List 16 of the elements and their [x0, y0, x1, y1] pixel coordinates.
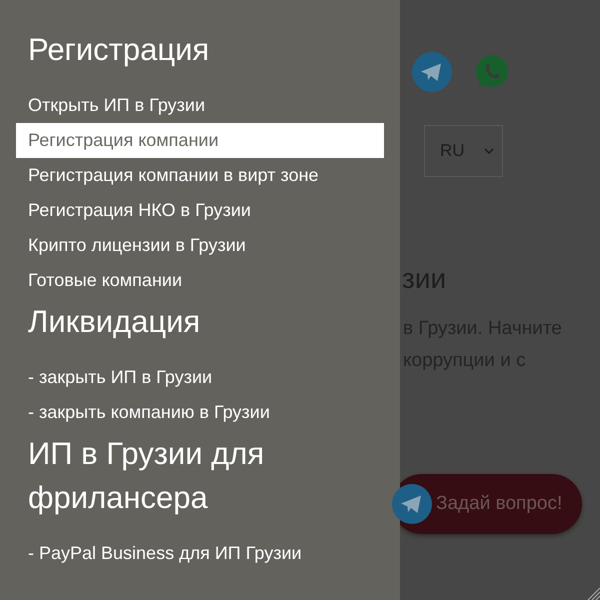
menu-link[interactable]: - закрыть ИП в Грузии	[16, 360, 384, 395]
menu-link[interactable]: - PayPal Business для ИП Грузии	[16, 536, 384, 571]
menu-link[interactable]: - закрыть компанию в Грузии	[16, 395, 384, 430]
menu-link[interactable]: Открыть ИП в Грузии	[16, 88, 384, 123]
section-heading: ИП в Грузии для фрилансера	[27, 435, 266, 517]
chevron-down-icon	[484, 148, 494, 154]
telegram-icon[interactable]	[392, 484, 432, 524]
section-heading: Регистрация	[27, 31, 210, 69]
menu-link[interactable]: Регистрация НКО в Грузии	[16, 193, 384, 228]
menu-link[interactable]: Регистрация компании	[16, 123, 384, 158]
section-heading: Ликвидация	[27, 303, 202, 341]
resize-handle-icon	[586, 586, 600, 600]
telegram-icon[interactable]	[412, 52, 452, 92]
menu-link[interactable]: Крипто лицензии в Грузии	[16, 228, 384, 263]
menu-link[interactable]: Готовые компании	[16, 263, 384, 298]
menu-link[interactable]: Регистрация компании в вирт зоне	[16, 158, 384, 193]
